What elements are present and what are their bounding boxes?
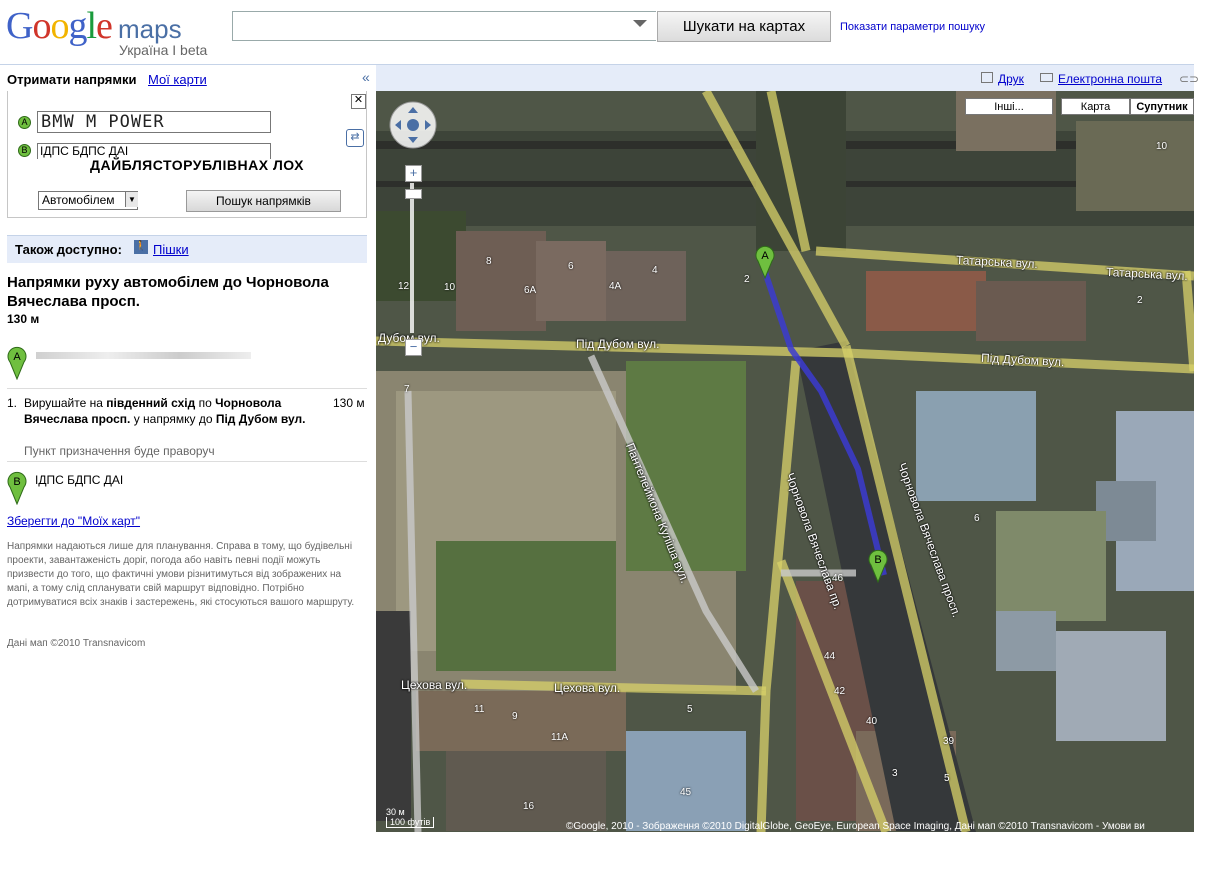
- house-number: 11: [474, 704, 485, 715]
- collapse-panel-icon[interactable]: «: [362, 69, 370, 85]
- house-number: 42: [834, 686, 846, 697]
- close-icon[interactable]: ✕: [351, 94, 366, 109]
- svg-text:B: B: [874, 554, 881, 566]
- start-pin-icon[interactable]: A: [7, 346, 27, 380]
- logo-subtitle: Україна І beta: [119, 42, 208, 58]
- house-number: 10: [444, 282, 456, 293]
- scale-imperial: 100 футів: [386, 817, 435, 828]
- google-maps-logo[interactable]: Google maps Україна І beta: [6, 5, 226, 58]
- svg-text:A: A: [13, 351, 21, 363]
- also-available-bar: Також доступно: 🚶 Пішки: [7, 235, 367, 263]
- zoom-slider-handle[interactable]: [405, 189, 422, 199]
- end-address: ІДПС БДПС ДАІ: [35, 473, 124, 487]
- house-number: 44: [824, 651, 836, 662]
- search-dropdown-icon[interactable]: [633, 20, 647, 27]
- house-number: 4А: [609, 281, 622, 292]
- house-number: 2: [744, 274, 750, 285]
- print-icon[interactable]: [981, 72, 993, 83]
- step-text: Вирушайте на південний схід по Чорновола…: [24, 396, 306, 426]
- directions-distance: 130 м: [7, 312, 40, 326]
- step-note: Пункт призначення буде праворуч: [24, 444, 215, 458]
- logo-maps: maps: [118, 14, 182, 44]
- disclaimer-text: Напрямки надаються лише для планування. …: [7, 541, 355, 608]
- divider: [7, 461, 367, 462]
- scale-metric: 30 м: [386, 807, 405, 817]
- travel-mode-select[interactable]: Автомобілем: [38, 191, 138, 210]
- divider: [7, 388, 367, 389]
- from-input[interactable]: BMW M POWER: [37, 111, 271, 133]
- house-number: 4: [652, 265, 658, 276]
- chevron-down-icon[interactable]: ▼: [125, 192, 138, 207]
- house-number: 6: [568, 261, 574, 272]
- svg-text:A: A: [761, 250, 769, 262]
- tab-get-directions[interactable]: Отримати напрямки: [7, 72, 136, 87]
- satellite-map[interactable]: A B Татарська вул. Татарська вул. Дубом …: [376, 91, 1194, 832]
- map-type-other-button[interactable]: Інші...: [965, 98, 1053, 115]
- email-link[interactable]: Електронна пошта: [1058, 72, 1162, 86]
- house-number: 9: [512, 711, 518, 722]
- house-number: 2: [1137, 295, 1143, 306]
- end-pin-icon[interactable]: B: [7, 471, 27, 505]
- show-search-options-link[interactable]: Показати параметри пошуку: [840, 21, 985, 33]
- step-distance: 130 м: [333, 396, 365, 410]
- print-link[interactable]: Друк: [998, 72, 1024, 86]
- walking-link[interactable]: Пішки: [153, 242, 189, 257]
- get-directions-button[interactable]: Пошук напрямків: [186, 190, 341, 212]
- house-number: 6А: [524, 285, 537, 296]
- also-available-label: Також доступно:: [15, 242, 122, 257]
- map-data-credit: Дані мап ©2010 Transnavicom: [7, 638, 146, 649]
- walking-icon[interactable]: 🚶: [134, 240, 148, 254]
- panel-tabs: Отримати напрямки Мої карти «: [0, 64, 376, 91]
- search-button[interactable]: Шукати на картах: [657, 11, 831, 42]
- zoom-slider-track[interactable]: [410, 183, 414, 333]
- logo-google: Google: [6, 5, 113, 47]
- search-input[interactable]: [232, 11, 656, 41]
- street-label: Під Дубом вул.: [576, 337, 660, 351]
- house-number: 11А: [551, 732, 569, 743]
- map-type-map-button[interactable]: Карта: [1061, 98, 1130, 115]
- map-type-satellite-button[interactable]: Супутник: [1130, 98, 1194, 115]
- step-number: 1.: [7, 396, 18, 410]
- overlay-text: ДАЙБЛЯСТОРУБЛІВНАХ ЛОХ: [90, 157, 304, 173]
- house-number: 45: [680, 787, 692, 798]
- house-number: 8: [486, 256, 492, 267]
- directions-form: A BMW M POWER B ІДПС БДПС ДАІ ДАЙБЛЯСТОР…: [7, 91, 367, 218]
- street-label: Цехова вул.: [554, 681, 621, 695]
- house-number: 3: [892, 768, 898, 779]
- house-number: 7: [404, 384, 410, 395]
- house-number: 10: [1156, 141, 1168, 152]
- route-start-pin-icon[interactable]: A: [755, 245, 775, 279]
- map-copyright: ©Google, 2010 - Зображення ©2010 Digital…: [566, 821, 1145, 832]
- link-icon[interactable]: ⊂⊃: [1179, 72, 1199, 86]
- house-number: 46: [832, 573, 844, 584]
- marker-b-icon: B: [18, 144, 31, 157]
- email-icon[interactable]: [1040, 73, 1053, 82]
- street-label: Цехова вул.: [401, 678, 468, 692]
- house-number: 16: [523, 801, 535, 812]
- svg-text:B: B: [13, 476, 20, 488]
- map-toolbar: Друк Електронна пошта ⊂⊃: [376, 64, 1199, 92]
- satellite-imagery: [376, 91, 1194, 832]
- house-number: 6: [974, 513, 980, 524]
- reverse-route-icon[interactable]: ⇄: [346, 129, 364, 147]
- marker-a-icon: A: [18, 116, 31, 129]
- directions-title: Напрямки руху автомобілем до Чорновола В…: [7, 274, 329, 310]
- house-number: 5: [944, 773, 950, 784]
- house-number: 39: [943, 736, 955, 747]
- save-to-my-maps-link[interactable]: Зберегти до "Моїх карт": [7, 514, 140, 528]
- house-number: 5: [687, 704, 693, 715]
- tab-my-maps[interactable]: Мої карти: [148, 72, 207, 87]
- pan-control[interactable]: [388, 99, 438, 151]
- route-end-pin-icon[interactable]: B: [868, 549, 888, 583]
- start-address-redacted: [36, 352, 251, 359]
- scale-bar: 30 м 100 футів: [386, 807, 464, 829]
- zoom-out-icon[interactable]: −: [405, 339, 422, 356]
- zoom-in-icon[interactable]: +: [405, 165, 422, 182]
- house-number: 12: [398, 281, 410, 292]
- house-number: 40: [866, 716, 878, 727]
